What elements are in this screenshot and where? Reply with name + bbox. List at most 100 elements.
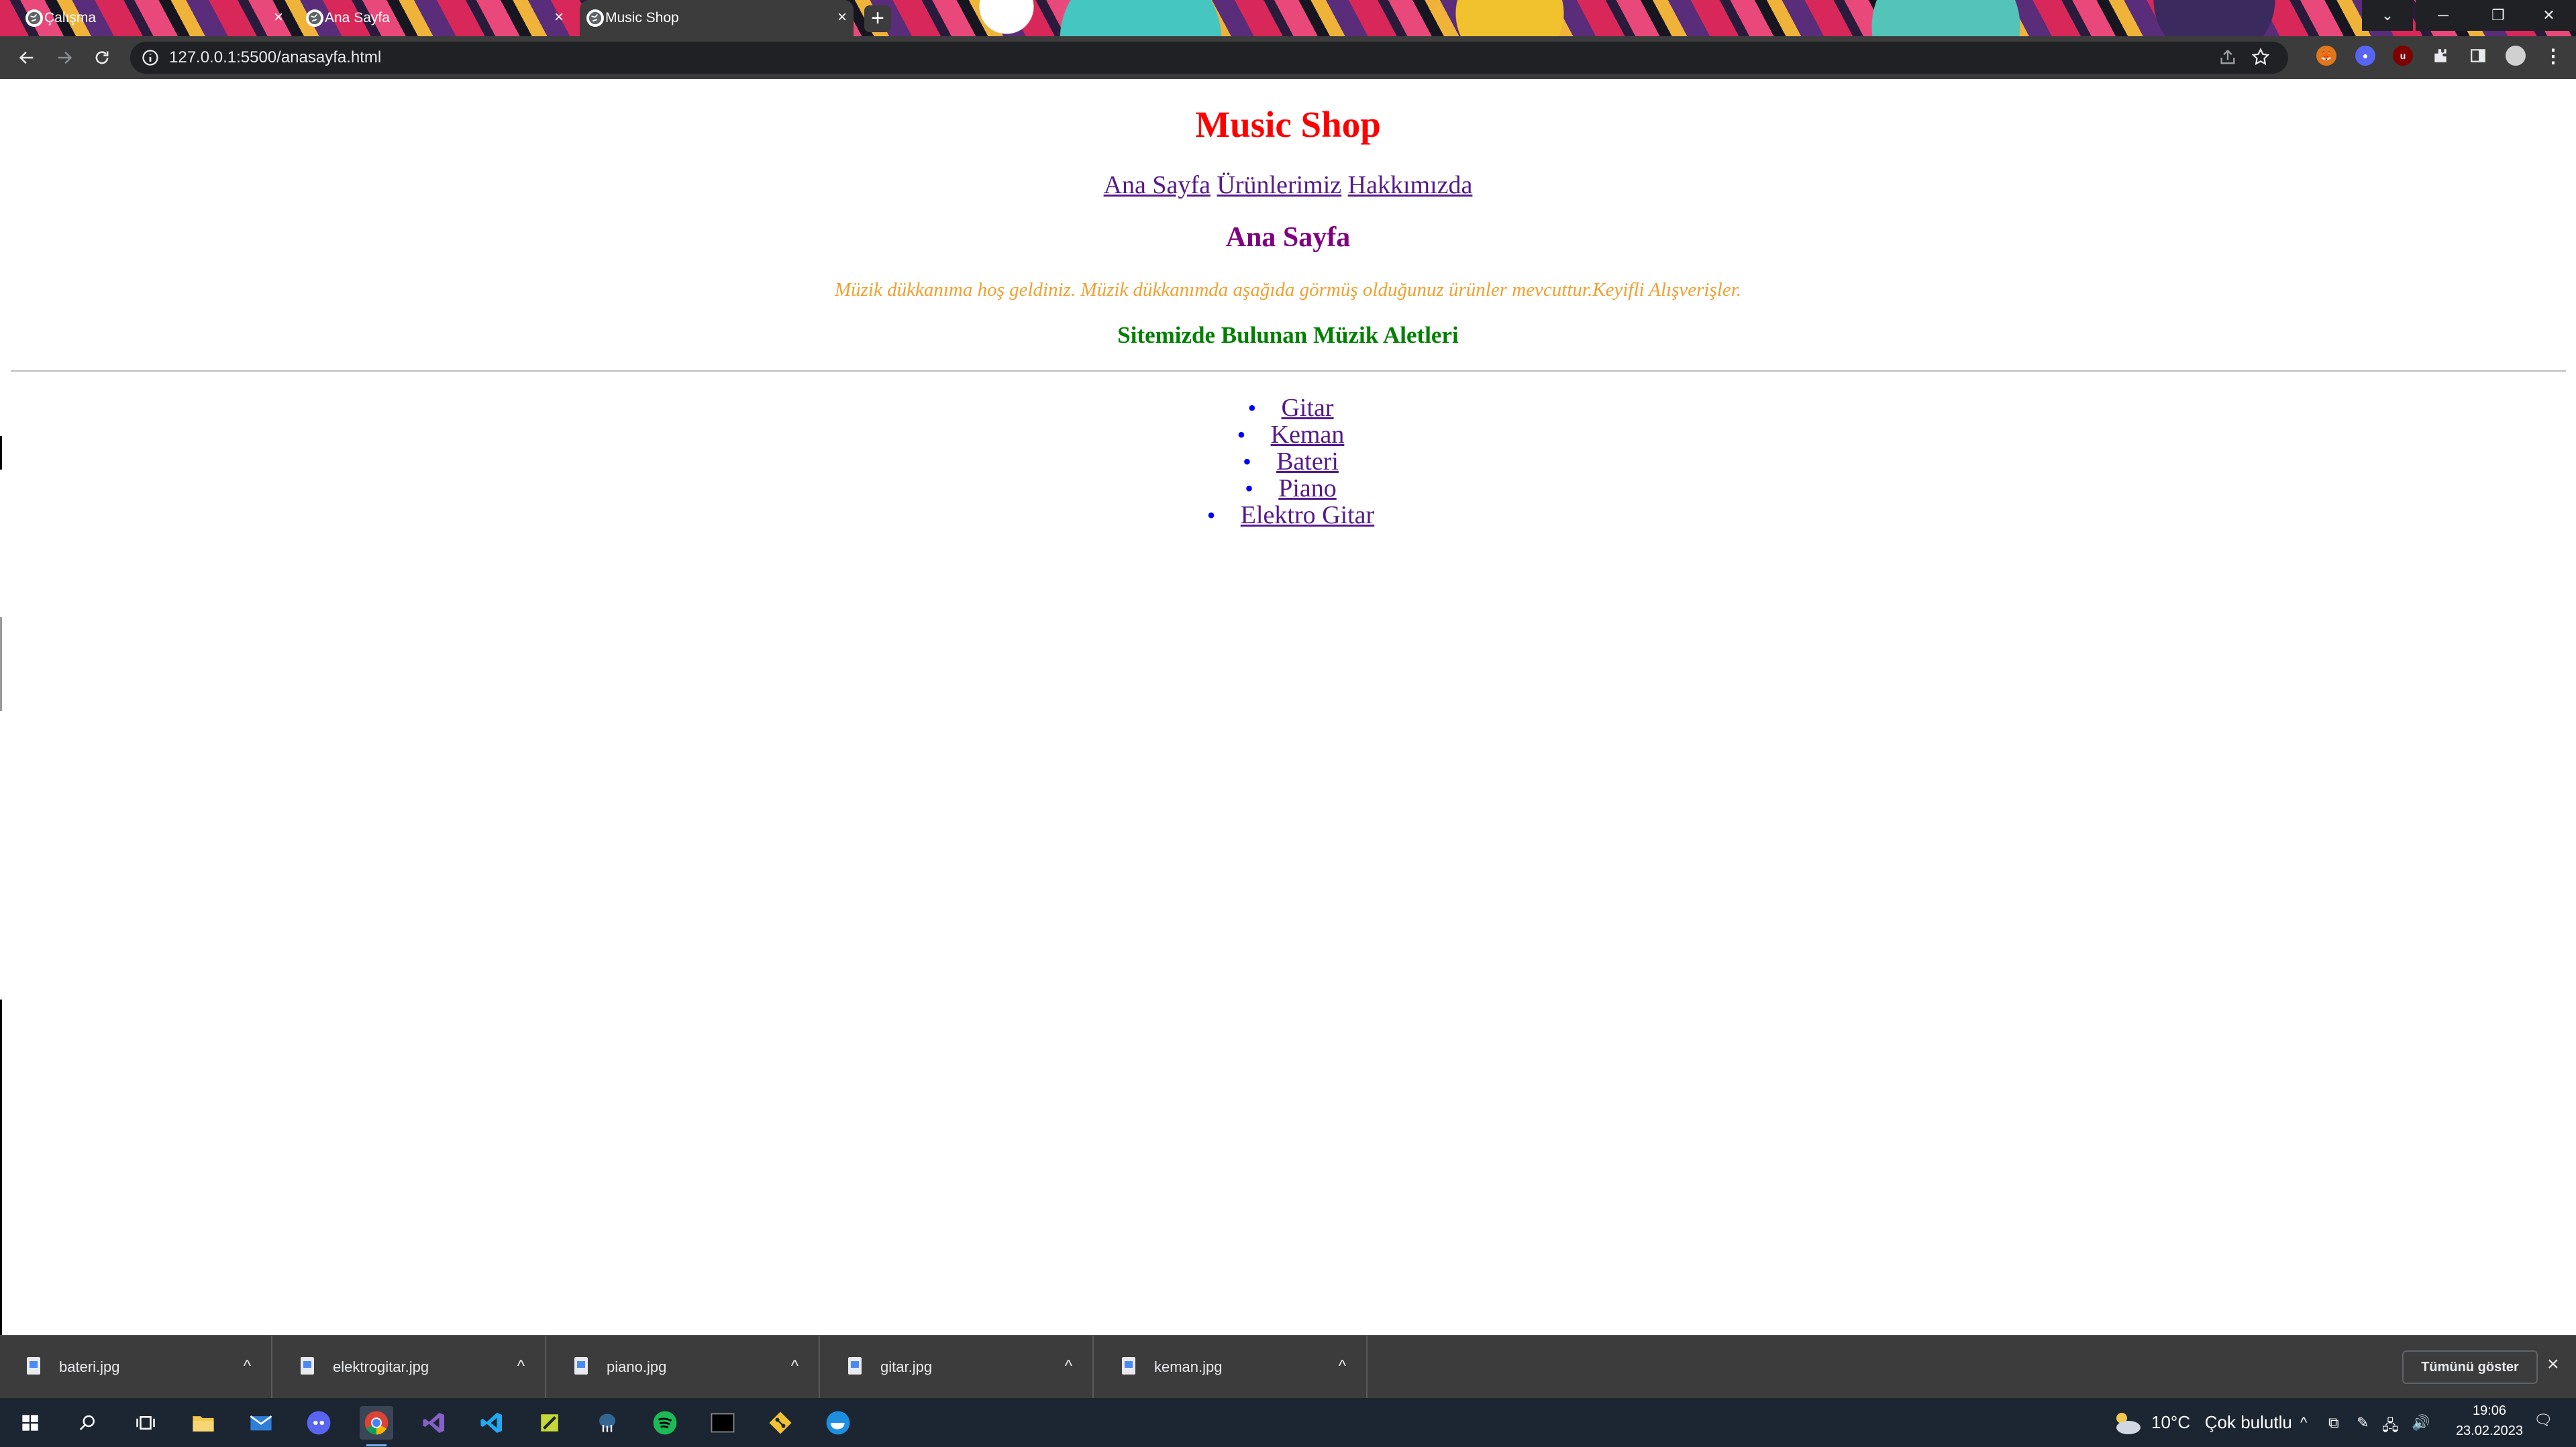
site-nav: Ana Sayfa Ürünlerimiz Hakkımızda [0, 170, 2576, 200]
git-icon[interactable] [764, 1406, 797, 1440]
instrument-link-keman[interactable]: Keman [1271, 421, 1345, 449]
list-item: Elektro Gitar [0, 502, 2576, 529]
image-file-icon [574, 1357, 588, 1375]
window-close-icon[interactable]: ✕ [2522, 0, 2576, 31]
download-filename: keman.jpg [1154, 1358, 1223, 1375]
new-tab-button[interactable]: + [864, 5, 891, 32]
welcome-text: Müzik dükkanıma hoş geldiniz. Müzik dükk… [834, 279, 1742, 301]
chevron-up-icon[interactable]: ^ [1065, 1357, 1072, 1376]
close-tab-icon[interactable]: × [274, 8, 283, 27]
divider [11, 370, 2566, 372]
nav-link-ana-sayfa[interactable]: Ana Sayfa [1104, 171, 1210, 199]
visual-studio-icon[interactable] [417, 1406, 451, 1440]
reload-icon[interactable] [90, 46, 114, 70]
download-item[interactable]: elektrogitar.jpg ^ [274, 1336, 546, 1399]
windows-start-icon[interactable] [13, 1406, 47, 1440]
close-download-bar-icon[interactable]: × [2547, 1353, 2559, 1376]
search-icon[interactable] [71, 1406, 105, 1440]
instrument-link-piano[interactable]: Piano [1278, 474, 1337, 502]
back-icon[interactable] [15, 46, 39, 70]
share-icon[interactable] [2218, 48, 2237, 67]
tab-music-shop[interactable]: Music Shop × [580, 0, 854, 36]
meet-now-icon[interactable]: ⧉ [2328, 1414, 2339, 1432]
volume-icon[interactable]: 🔊 [2412, 1414, 2430, 1432]
instrument-link-gitar[interactable]: Gitar [1281, 394, 1333, 422]
show-all-downloads-button[interactable]: Tümünü göster [2402, 1350, 2538, 1384]
extension-icon[interactable]: ● [2355, 46, 2375, 66]
download-filename: gitar.jpg [880, 1358, 933, 1375]
nav-link-urunlerimiz[interactable]: Ürünlerimiz [1217, 171, 1341, 199]
chevron-up-icon[interactable]: ^ [2300, 1414, 2307, 1432]
side-panel-icon[interactable] [2468, 46, 2488, 66]
tab-search-icon[interactable]: ⌄ [2362, 0, 2413, 31]
restore-icon[interactable]: ❐ [2471, 0, 2526, 31]
globe-icon [25, 9, 43, 27]
tab-title: Music Shop [605, 10, 679, 25]
discord-icon[interactable] [302, 1406, 336, 1440]
window-edge [0, 617, 2, 711]
list-item: Gitar [0, 394, 2576, 421]
chrome-icon[interactable] [360, 1406, 393, 1446]
instrument-link-bateri[interactable]: Bateri [1276, 447, 1339, 476]
pen-icon[interactable]: ✎ [2357, 1414, 2369, 1432]
vscode-icon[interactable] [475, 1406, 509, 1440]
nav-link-hakkimizda[interactable]: Hakkımızda [1348, 171, 1473, 199]
mail-icon[interactable] [244, 1406, 278, 1440]
ublock-extension-icon[interactable]: u [2393, 46, 2413, 66]
download-item[interactable]: gitar.jpg ^ [821, 1336, 1094, 1399]
download-item[interactable]: piano.jpg ^ [548, 1336, 820, 1399]
download-filename: piano.jpg [607, 1358, 667, 1375]
windows-taskbar: 10°C Çok bulutlu ^ ⧉ ✎ 🖧 🔊 19:06 23.02.2… [0, 1398, 2576, 1447]
image-file-icon [848, 1357, 862, 1375]
weather-status[interactable]: 10°C Çok bulutlu [2151, 1398, 2292, 1447]
clock-time[interactable]: 19:06 [2449, 1403, 2530, 1419]
task-view-icon[interactable] [129, 1406, 162, 1440]
file-explorer-icon[interactable] [187, 1406, 220, 1440]
image-file-icon [27, 1357, 40, 1375]
chevron-up-icon[interactable]: ^ [517, 1357, 525, 1376]
site-info-icon[interactable] [141, 48, 160, 67]
puzzle-extensions-icon[interactable] [2430, 46, 2451, 66]
docker-icon[interactable] [821, 1406, 855, 1440]
clock-date[interactable]: 23.02.2023 [2449, 1424, 2530, 1439]
minimize-icon[interactable]: ─ [2416, 0, 2471, 31]
forward-icon[interactable] [52, 46, 76, 70]
cloud-weather-icon[interactable] [2112, 1409, 2142, 1436]
web-page-content: Music Shop Ana Sayfa Ürünlerimiz Hakkımı… [0, 79, 2576, 1335]
window-edge [0, 1000, 2, 1335]
url-text[interactable]: 127.0.0.1:5500/anasayfa.html [169, 42, 381, 74]
page-heading: Ana Sayfa [1225, 222, 1351, 253]
image-file-icon [301, 1357, 314, 1375]
spotify-icon[interactable] [648, 1406, 682, 1440]
profile-avatar[interactable] [2506, 46, 2526, 66]
site-title: Music Shop [1195, 104, 1381, 145]
notification-center-icon[interactable]: 🗨 [2534, 1411, 2553, 1429]
download-item[interactable]: keman.jpg ^ [1095, 1336, 1368, 1399]
chevron-up-icon[interactable]: ^ [1339, 1357, 1346, 1376]
metamask-extension-icon[interactable]: 🦊 [2316, 46, 2336, 66]
window-edge [0, 436, 2, 470]
unity-hub-icon[interactable] [533, 1406, 566, 1440]
section-heading: Sitemizde Bulunan Müzik Aletleri [1117, 322, 1459, 348]
chevron-up-icon[interactable]: ^ [244, 1357, 251, 1376]
tab-title: Çalışma [44, 10, 97, 25]
tab-ana-sayfa[interactable]: Ana Sayfa × [299, 0, 570, 36]
download-bar: bateri.jpg ^ elektrogitar.jpg ^ piano.jp… [0, 1335, 2576, 1399]
pgadmin-icon[interactable] [590, 1406, 624, 1440]
download-filename: bateri.jpg [59, 1358, 120, 1375]
terminal-icon[interactable] [706, 1406, 739, 1440]
close-tab-icon[interactable]: × [554, 8, 564, 27]
chevron-up-icon[interactable]: ^ [791, 1357, 798, 1376]
network-icon[interactable]: 🖧 [2382, 1414, 2399, 1440]
tab-calisma[interactable]: Çalışma × [19, 0, 290, 36]
list-item: Bateri [0, 448, 2576, 475]
bookmark-star-icon[interactable] [2251, 47, 2271, 67]
close-tab-icon[interactable]: × [837, 8, 847, 27]
instrument-link-elektro-gitar[interactable]: Elektro Gitar [1241, 501, 1374, 529]
download-filename: elektrogitar.jpg [333, 1358, 429, 1375]
download-item[interactable]: bateri.jpg ^ [0, 1336, 272, 1399]
address-bar[interactable]: 127.0.0.1:5500/anasayfa.html [130, 42, 2288, 74]
menu-kebab-icon[interactable]: ⋮ [2543, 46, 2563, 66]
tab-title: Ana Sayfa [325, 10, 390, 25]
globe-icon [586, 9, 604, 27]
